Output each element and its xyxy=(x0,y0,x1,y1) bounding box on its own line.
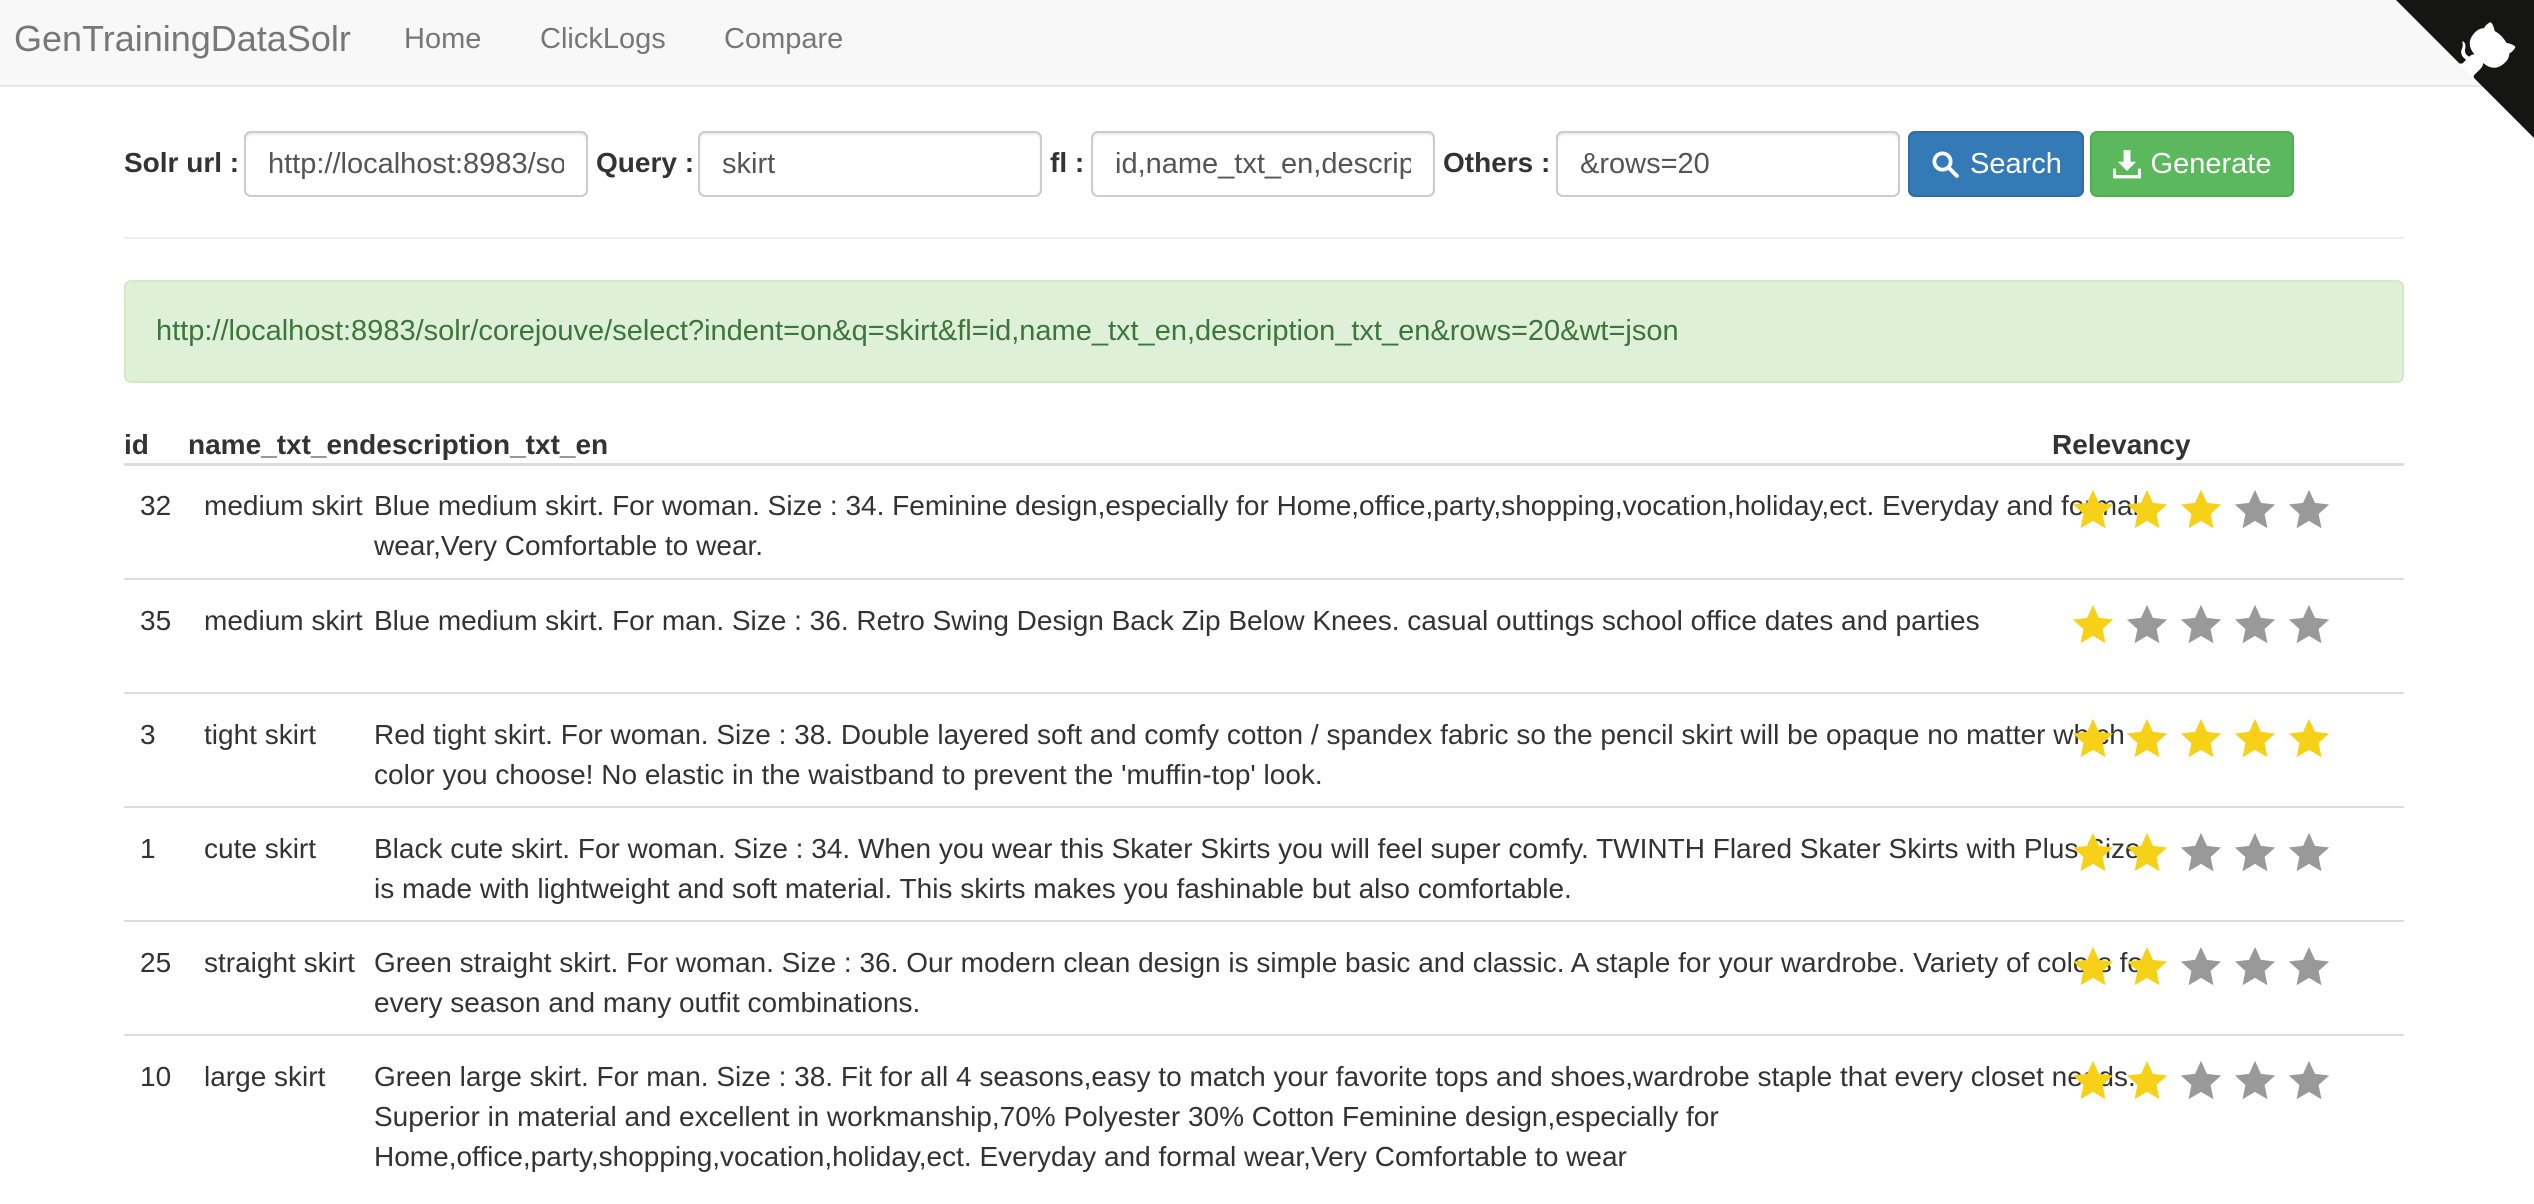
star-filled-icon[interactable] xyxy=(2124,487,2170,533)
star-empty-icon[interactable] xyxy=(2124,602,2170,648)
star-filled-icon[interactable] xyxy=(2070,1058,2116,1104)
header-id: id xyxy=(124,429,149,460)
relevancy-rating[interactable] xyxy=(2070,944,2332,994)
table-row: 10 large skirt Green large skirt. For man.… xyxy=(124,1034,2404,1204)
table-row: 25 straight skirt Green straight skirt. Fo… xyxy=(124,920,2404,1034)
search-icon xyxy=(1932,151,1959,178)
relevancy-rating[interactable] xyxy=(2070,1058,2332,1108)
star-filled-icon[interactable] xyxy=(2124,830,2170,876)
query-input[interactable] xyxy=(698,131,1042,197)
relevancy-rating[interactable] xyxy=(2070,716,2332,766)
relevancy-rating[interactable] xyxy=(2070,602,2332,652)
generate-button[interactable]: Generate xyxy=(2090,131,2294,197)
relevancy-rating[interactable] xyxy=(2070,487,2332,537)
cell-name: cute skirt xyxy=(204,833,317,864)
star-empty-icon[interactable] xyxy=(2286,487,2332,533)
star-empty-icon[interactable] xyxy=(2232,830,2278,876)
cell-name: large skirt xyxy=(204,1061,326,1092)
star-filled-icon[interactable] xyxy=(2232,716,2278,762)
star-filled-icon[interactable] xyxy=(2286,716,2332,762)
query-url-alert: http://localhost:8983/solr/corejouve/sel… xyxy=(124,280,2404,383)
search-button[interactable]: Search xyxy=(1908,131,2084,197)
others-input[interactable] xyxy=(1556,131,1900,197)
cell-description: Green large skirt. For man. Size : 38. F… xyxy=(374,1061,2136,1172)
cell-id: 10 xyxy=(140,1061,172,1092)
divider xyxy=(124,237,2404,239)
search-button-label: Search xyxy=(1970,147,2062,180)
star-empty-icon[interactable] xyxy=(2232,602,2278,648)
navbar: GenTrainingDataSolr Home ClickLogs Compa… xyxy=(0,0,2534,87)
star-filled-icon[interactable] xyxy=(2124,1058,2170,1104)
star-empty-icon[interactable] xyxy=(2178,602,2224,648)
star-empty-icon[interactable] xyxy=(2232,1058,2278,1104)
cell-name: tight skirt xyxy=(204,719,317,750)
fl-input[interactable] xyxy=(1091,131,1435,197)
star-empty-icon[interactable] xyxy=(2178,944,2224,990)
table-row: 3 tight skirt Red tight skirt. For woman. … xyxy=(124,692,2404,806)
star-empty-icon[interactable] xyxy=(2178,830,2224,876)
cell-description: Red tight skirt. For woman. Size : 38. D… xyxy=(374,719,2125,790)
star-empty-icon[interactable] xyxy=(2286,1058,2332,1104)
cell-name: medium skirt xyxy=(204,490,363,521)
star-filled-icon[interactable] xyxy=(2070,944,2116,990)
cell-name: straight skirt xyxy=(204,947,355,978)
download-icon xyxy=(2112,150,2141,179)
cell-id: 32 xyxy=(140,490,172,521)
nav-compare[interactable]: Compare xyxy=(724,14,843,64)
query-url-text: http://localhost:8983/solr/corejouve/sel… xyxy=(156,315,1679,347)
table-row: 1 cute skirt Black cute skirt. For woman. … xyxy=(124,806,2404,920)
header-relevancy: Relevancy xyxy=(2052,429,2191,460)
star-filled-icon[interactable] xyxy=(2070,487,2116,533)
others-label: Others : xyxy=(1443,147,1551,178)
solr-url-label: Solr url : xyxy=(124,147,240,178)
star-empty-icon[interactable] xyxy=(2232,487,2278,533)
star-empty-icon[interactable] xyxy=(2286,830,2332,876)
table-row: 32 medium skirt Blue medium skirt. For wom… xyxy=(124,465,2404,578)
cell-id: 35 xyxy=(140,605,172,636)
header-name-description: name_txt_endescription_txt_en xyxy=(188,429,609,460)
cell-id: 25 xyxy=(140,947,172,978)
cell-description: Green straight skirt. For woman. Size : … xyxy=(374,947,2153,1018)
star-filled-icon[interactable] xyxy=(2124,944,2170,990)
star-filled-icon[interactable] xyxy=(2070,716,2116,762)
star-filled-icon[interactable] xyxy=(2070,602,2116,648)
star-empty-icon[interactable] xyxy=(2286,602,2332,648)
star-empty-icon[interactable] xyxy=(2178,1058,2224,1104)
star-empty-icon[interactable] xyxy=(2232,944,2278,990)
fl-label: fl : xyxy=(1050,147,1085,178)
table-row: 35 medium skirt Blue medium skirt. For man… xyxy=(124,578,2404,692)
nav-clicklogs[interactable]: ClickLogs xyxy=(540,14,666,64)
github-corner-icon[interactable] xyxy=(2396,0,2534,138)
cell-id: 1 xyxy=(140,833,156,864)
query-label: Query : xyxy=(596,147,695,178)
nav-home[interactable]: Home xyxy=(404,14,481,64)
cell-description: Blue medium skirt. For woman. Size : 34.… xyxy=(374,490,2139,561)
brand[interactable]: GenTrainingDataSolr xyxy=(14,14,351,64)
star-filled-icon[interactable] xyxy=(2178,487,2224,533)
cell-description: Black cute skirt. For woman. Size : 34. … xyxy=(374,833,2141,904)
cell-id: 3 xyxy=(140,719,156,750)
solr-url-input[interactable] xyxy=(244,131,588,197)
star-empty-icon[interactable] xyxy=(2286,944,2332,990)
relevancy-rating[interactable] xyxy=(2070,830,2332,880)
cell-name: medium skirt xyxy=(204,605,363,636)
star-filled-icon[interactable] xyxy=(2124,716,2170,762)
star-filled-icon[interactable] xyxy=(2070,830,2116,876)
cell-description: Blue medium skirt. For man. Size : 36. R… xyxy=(374,605,1980,636)
star-filled-icon[interactable] xyxy=(2178,716,2224,762)
generate-button-label: Generate xyxy=(2150,147,2272,180)
